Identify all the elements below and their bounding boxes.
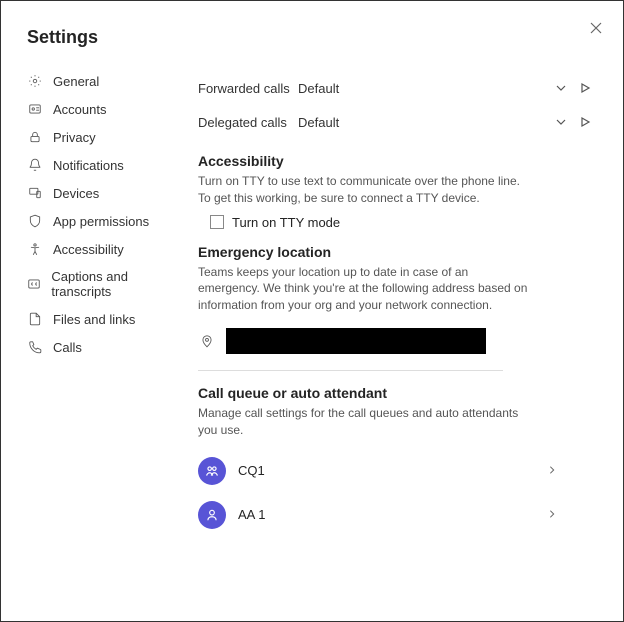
tty-checkbox[interactable] [210, 215, 224, 229]
sidebar-item-label: App permissions [53, 214, 149, 229]
cqaa-heading: Call queue or auto attendant [198, 385, 597, 401]
forwarded-calls-value: Default [298, 81, 549, 96]
emergency-desc: Teams keeps your location up to date in … [198, 264, 528, 314]
sidebar-item-label: Files and links [53, 312, 135, 327]
settings-main: Forwarded calls Default Delegated calls … [198, 71, 597, 601]
phone-icon [27, 339, 43, 355]
location-pin-icon [198, 332, 216, 350]
call-queue-icon [198, 457, 226, 485]
close-button[interactable] [587, 19, 605, 37]
cqaa-desc: Manage call settings for the call queues… [198, 405, 528, 439]
sidebar-item-privacy[interactable]: Privacy [27, 127, 177, 147]
sidebar-item-devices[interactable]: Devices [27, 183, 177, 203]
tty-checkbox-row[interactable]: Turn on TTY mode [210, 215, 597, 230]
delegated-calls-label: Delegated calls [198, 115, 298, 130]
sidebar-item-label: Accessibility [53, 242, 124, 257]
sidebar-item-general[interactable]: General [27, 71, 177, 91]
auto-attendant-item[interactable]: AA 1 [198, 497, 597, 533]
call-queue-item[interactable]: CQ1 [198, 453, 597, 489]
cqaa-section: Call queue or auto attendant Manage call… [198, 385, 597, 533]
delegated-calls-value: Default [298, 115, 549, 130]
sidebar-item-accessibility[interactable]: Accessibility [27, 239, 177, 259]
emergency-heading: Emergency location [198, 244, 597, 260]
auto-attendant-icon [198, 501, 226, 529]
gear-icon [27, 73, 43, 89]
section-divider [198, 370, 503, 371]
cqaa-item-label: CQ1 [238, 463, 535, 478]
play-icon[interactable] [573, 116, 597, 128]
emergency-section: Emergency location Teams keeps your loca… [198, 244, 597, 356]
shield-icon [27, 213, 43, 229]
sidebar-item-calls[interactable]: Calls [27, 337, 177, 357]
lock-icon [27, 129, 43, 145]
emergency-location-row [198, 326, 597, 356]
delegated-calls-row[interactable]: Delegated calls Default [198, 105, 597, 139]
chevron-right-icon [547, 506, 597, 524]
sidebar-item-captions[interactable]: Captions and transcripts [27, 267, 177, 301]
sidebar-item-accounts[interactable]: Accounts [27, 99, 177, 119]
bell-icon [27, 157, 43, 173]
sidebar-item-label: Captions and transcripts [51, 269, 177, 299]
sidebar-item-label: Calls [53, 340, 82, 355]
devices-icon [27, 185, 43, 201]
settings-window: Settings General Accounts Privacy Notifi… [0, 0, 624, 622]
forwarded-calls-row[interactable]: Forwarded calls Default [198, 71, 597, 105]
chevron-down-icon[interactable] [549, 116, 573, 128]
sidebar-item-files[interactable]: Files and links [27, 309, 177, 329]
sidebar-item-label: Notifications [53, 158, 124, 173]
accessibility-desc: Turn on TTY to use text to communicate o… [198, 173, 528, 207]
cqaa-item-label: AA 1 [238, 507, 535, 522]
tty-checkbox-label: Turn on TTY mode [232, 215, 340, 230]
cqaa-list: CQ1 AA 1 [198, 453, 597, 533]
file-icon [27, 311, 43, 327]
sidebar-item-label: Accounts [53, 102, 106, 117]
play-icon[interactable] [573, 82, 597, 94]
accessibility-section: Accessibility Turn on TTY to use text to… [198, 153, 597, 230]
sidebar-item-label: Devices [53, 186, 99, 201]
sidebar-item-notifications[interactable]: Notifications [27, 155, 177, 175]
account-icon [27, 101, 43, 117]
chevron-right-icon [547, 462, 597, 480]
chevron-down-icon[interactable] [549, 82, 573, 94]
accessibility-icon [27, 241, 43, 257]
forwarded-calls-label: Forwarded calls [198, 81, 298, 96]
close-icon [590, 22, 602, 34]
sidebar-item-app-permissions[interactable]: App permissions [27, 211, 177, 231]
cc-icon [27, 276, 41, 292]
sidebar-item-label: General [53, 74, 99, 89]
sidebar-item-label: Privacy [53, 130, 96, 145]
emergency-location-value-redacted [226, 328, 486, 354]
accessibility-heading: Accessibility [198, 153, 597, 169]
page-title: Settings [27, 27, 98, 48]
settings-sidebar: General Accounts Privacy Notifications D… [27, 71, 177, 357]
